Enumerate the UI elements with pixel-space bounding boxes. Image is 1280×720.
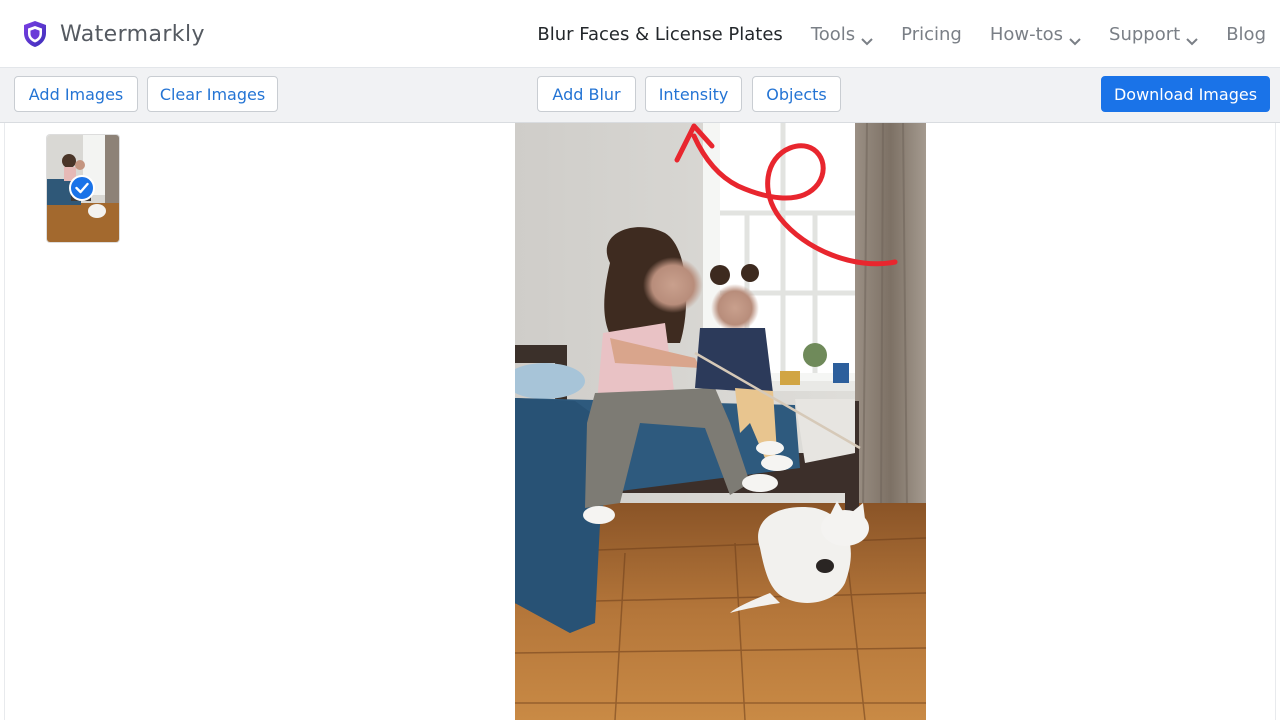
clear-images-button[interactable]: Clear Images: [147, 76, 278, 112]
nav-label: Tools: [810, 23, 856, 45]
download-images-button[interactable]: Download Images: [1101, 76, 1270, 112]
nav-blog[interactable]: Blog: [1226, 24, 1266, 45]
add-images-button[interactable]: Add Images: [14, 76, 138, 112]
chevron-down-icon: [1186, 30, 1198, 46]
objects-button[interactable]: Objects: [752, 76, 841, 112]
divider: [4, 123, 5, 720]
chevron-down-icon: [861, 30, 873, 46]
nav-label: How-tos: [989, 23, 1064, 45]
nav-blur-faces[interactable]: Blur Faces & License Plates: [537, 24, 782, 45]
app-window: Watermarkly Blur Faces & License Plates …: [0, 0, 1280, 720]
brand-name: Watermarkly: [60, 21, 205, 47]
main-nav: Blur Faces & License Plates Tools Pricin…: [537, 0, 1280, 68]
checkmark-icon: [69, 175, 95, 201]
nav-label: Blur Faces & License Plates: [537, 23, 783, 45]
intensity-button[interactable]: Intensity: [645, 76, 742, 112]
nav-pricing[interactable]: Pricing: [901, 24, 962, 45]
nav-label: Support: [1109, 23, 1181, 45]
nav-label: Blog: [1226, 23, 1266, 45]
divider: [1275, 123, 1276, 720]
nav-support[interactable]: Support: [1109, 23, 1198, 46]
brand[interactable]: Watermarkly: [22, 20, 205, 48]
nav-how-tos[interactable]: How-tos: [989, 23, 1081, 46]
photo-canvas[interactable]: [515, 123, 926, 720]
site-header: Watermarkly Blur Faces & License Plates …: [0, 0, 1280, 68]
image-thumbnail[interactable]: [47, 135, 119, 242]
photo-image: [515, 123, 926, 720]
editor-toolbar: Add Images Clear Images Add Blur Intensi…: [0, 68, 1280, 123]
chevron-down-icon: [1069, 30, 1081, 46]
nav-tools[interactable]: Tools: [810, 23, 873, 46]
shield-icon: [22, 20, 48, 48]
nav-label: Pricing: [901, 23, 962, 45]
add-blur-button[interactable]: Add Blur: [537, 76, 636, 112]
